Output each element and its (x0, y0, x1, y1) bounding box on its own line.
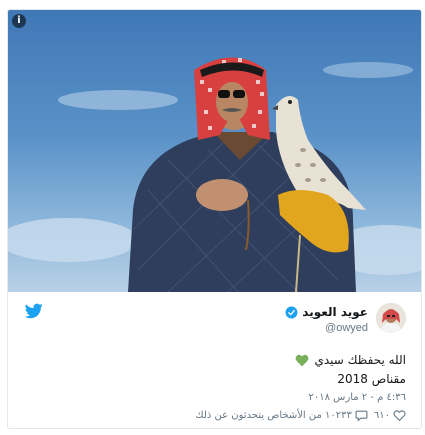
verified-badge-icon (285, 306, 298, 318)
author-display-name[interactable]: عويد العويد (302, 305, 368, 319)
tweet-photo[interactable]: i (8, 10, 421, 292)
tweet-text: الله يحفظك سيدي (314, 353, 406, 367)
heart-outline-icon[interactable] (393, 409, 406, 422)
falconer-photo-illustration (8, 57, 421, 292)
like-count: ٦١٠ (373, 410, 390, 421)
green-heart-icon (296, 354, 309, 366)
people-talking-text[interactable]: ١٠٢٣٣ من الأشخاص يتحدثون عن ذلك (195, 410, 351, 421)
author-handle[interactable]: @owyed (325, 322, 368, 334)
tweet-text-line-1: الله يحفظك سيدي (295, 353, 406, 367)
reply-action[interactable]: ١٠٢٣٣ من الأشخاص يتحدثون عن ذلك (195, 409, 368, 422)
info-icon[interactable]: i (12, 14, 26, 28)
tweet-actions: ٦١٠ ١٠٢٣٣ من الأشخاص يتحدثون عن ذلك (195, 409, 406, 422)
tweet-text-line-2: مقناص 2018 (337, 372, 406, 386)
tweet-timestamp[interactable]: ٤:٣٦ م - ٢ مارس ٢٠١٨ (309, 392, 406, 403)
avatar[interactable] (376, 303, 406, 333)
avatar-illustration (376, 303, 406, 333)
author-name-row[interactable]: عويد العويد (285, 304, 368, 320)
embedded-tweet-card[interactable]: i عويد العويد @owyed الله يحفظك سيدي مقن… (7, 9, 422, 429)
twitter-bird-icon[interactable] (25, 303, 43, 319)
like-action[interactable]: ٦١٠ (374, 409, 406, 422)
speech-bubble-icon[interactable] (355, 409, 368, 422)
